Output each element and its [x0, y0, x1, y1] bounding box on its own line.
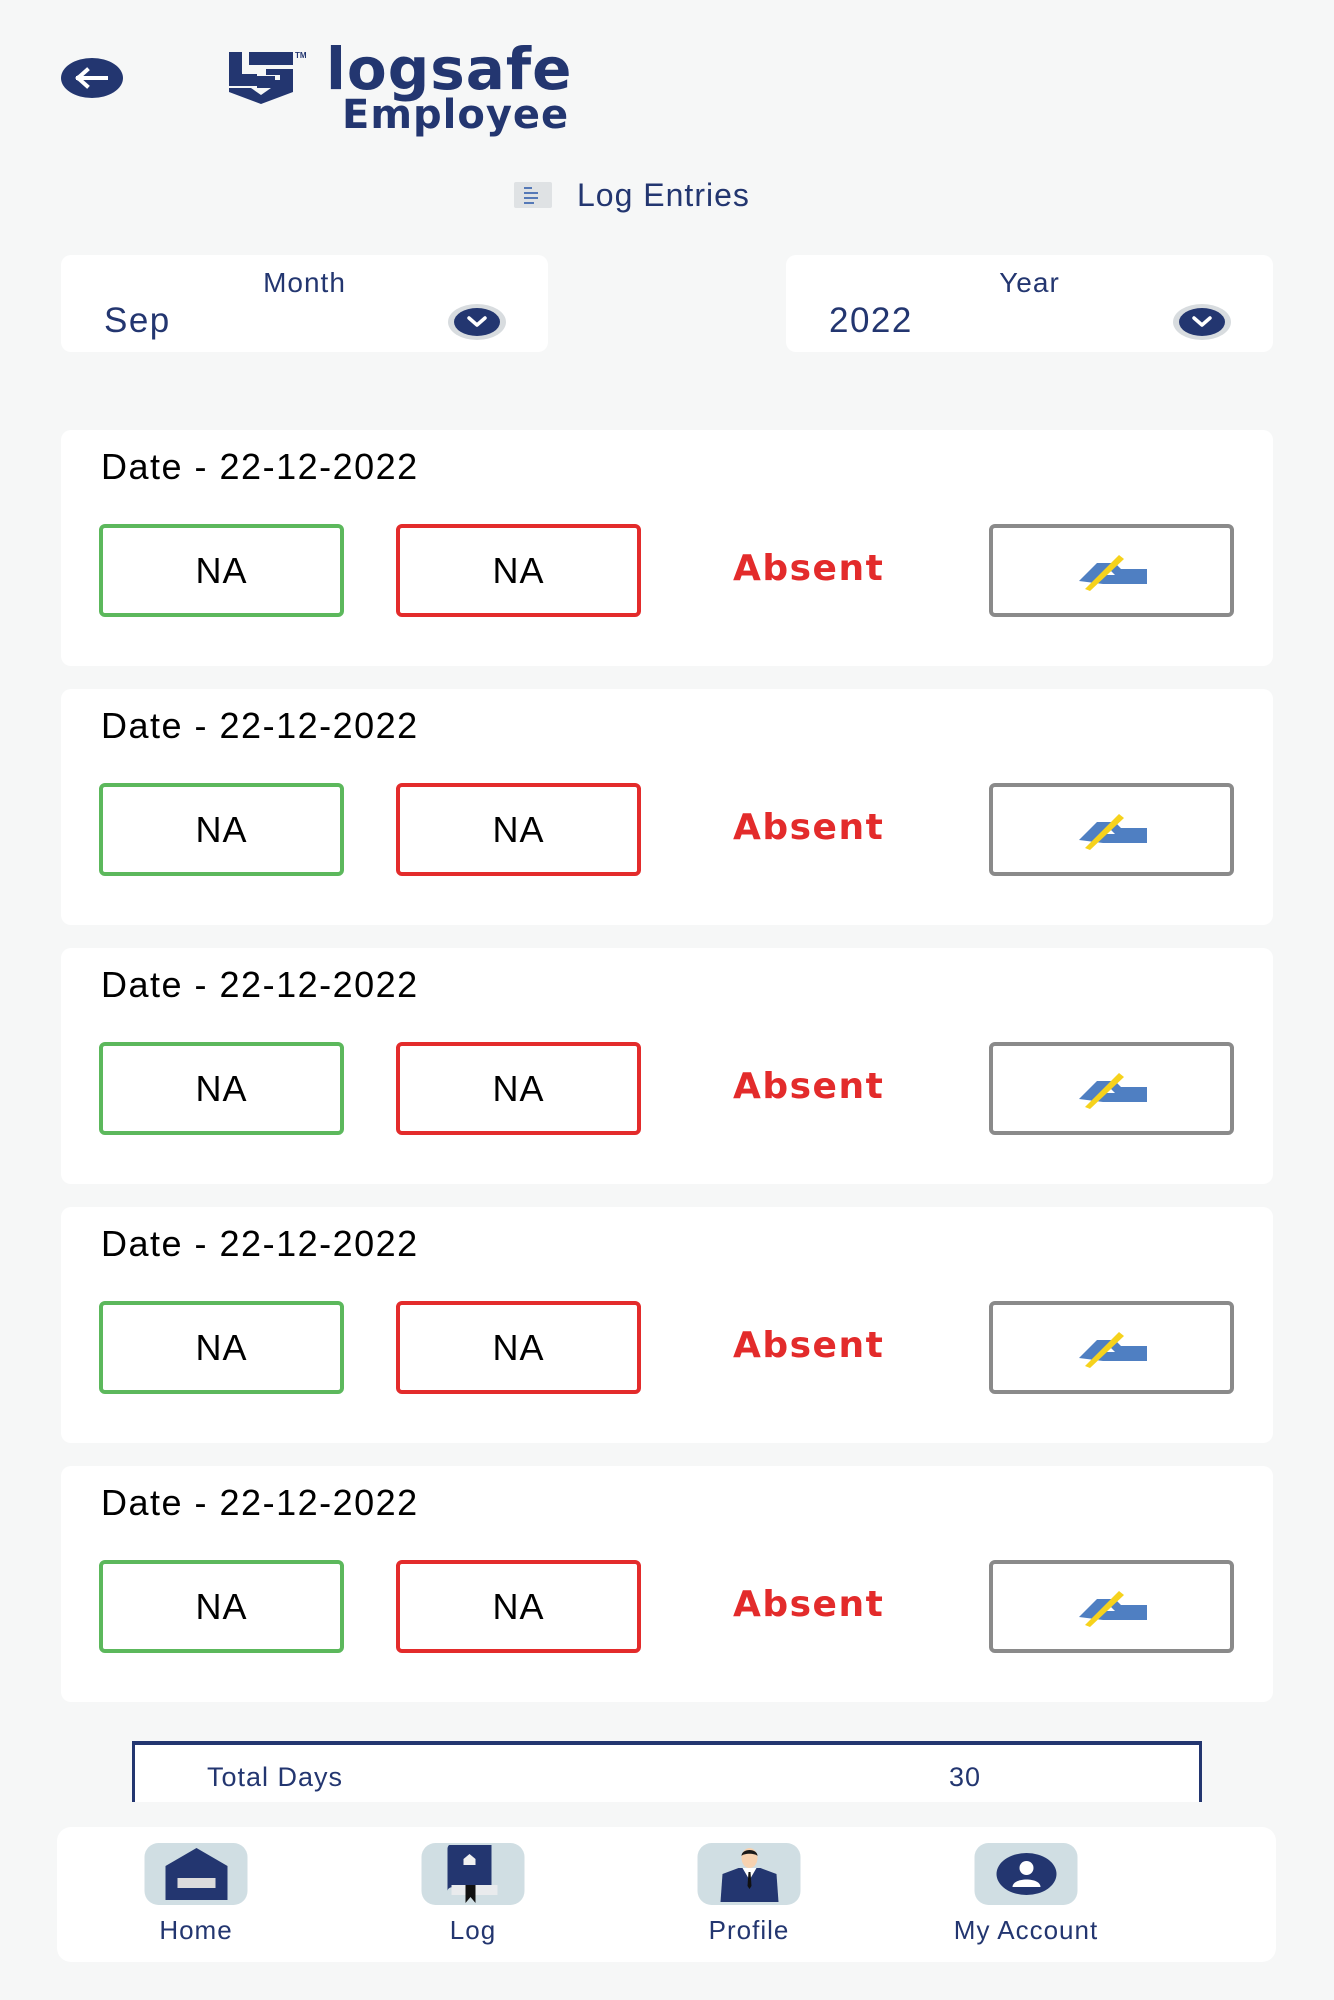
signature-hand-icon [1078, 1590, 1147, 1627]
attendance-status: Absent [733, 1066, 885, 1107]
attendance-status: Absent [733, 548, 885, 589]
year-value: 2022 [829, 301, 913, 340]
sign-button[interactable] [989, 1042, 1234, 1135]
out-time-box[interactable]: NA [396, 1560, 641, 1653]
account-circle-icon [996, 1853, 1056, 1895]
sign-button[interactable] [989, 1301, 1234, 1394]
signature-hand-icon [1078, 1331, 1147, 1368]
back-button[interactable] [61, 58, 123, 98]
entry-date: Date - 22-12-2022 [101, 1482, 419, 1523]
arrow-left-icon [75, 67, 108, 89]
logo-trademark: TM [295, 51, 307, 60]
nav-item-my-account[interactable]: My Account [916, 1827, 1136, 1962]
entry-date: Date - 22-12-2022 [101, 446, 419, 487]
log-book-icon [447, 1845, 497, 1903]
year-label: Year [999, 267, 1060, 298]
logo-wordmark: logsafe [326, 35, 573, 103]
chevron-down-icon[interactable] [448, 304, 506, 340]
attendance-status: Absent [733, 807, 885, 848]
section-title: Log Entries [514, 175, 750, 215]
profile-person-icon [720, 1848, 778, 1902]
nav-label-home: Home [159, 1915, 233, 1945]
out-time-box[interactable]: NA [396, 524, 641, 617]
nav-label-my-account: My Account [953, 1915, 1099, 1945]
in-time-box[interactable]: NA [99, 1301, 344, 1394]
nav-label-profile: Profile [708, 1915, 790, 1945]
in-time-box[interactable]: NA [99, 1042, 344, 1135]
log-entry-card: Date - 22-12-2022 NA NA Absent [61, 689, 1273, 925]
out-time-box[interactable]: NA [396, 783, 641, 876]
entry-date: Date - 22-12-2022 [101, 705, 419, 746]
entry-date: Date - 22-12-2022 [101, 1223, 419, 1264]
sign-button[interactable] [989, 783, 1234, 876]
in-time-box[interactable]: NA [99, 524, 344, 617]
attendance-status: Absent [733, 1584, 885, 1625]
month-dropdown[interactable]: Month Sep [61, 255, 548, 352]
sign-button[interactable] [989, 1560, 1234, 1653]
chevron-down-icon[interactable] [1173, 304, 1231, 340]
signature-hand-icon [1078, 554, 1147, 591]
total-days-label: Total Days [207, 1762, 344, 1792]
totals-table: Total Days 30 [132, 1741, 1202, 1802]
out-time-box[interactable]: NA [396, 1301, 641, 1394]
home-icon [165, 1848, 227, 1900]
nav-label-log: Log [449, 1915, 497, 1945]
sign-button[interactable] [989, 524, 1234, 617]
log-entry-card: Date - 22-12-2022 NA NA Absent [61, 430, 1273, 666]
log-entry-card: Date - 22-12-2022 NA NA Absent [61, 948, 1273, 1184]
page-title: Log Entries [577, 176, 750, 213]
in-time-box[interactable]: NA [99, 1560, 344, 1653]
nav-item-log[interactable]: Log [363, 1827, 583, 1962]
nav-item-profile[interactable]: Profile [639, 1827, 859, 1962]
log-entry-card: Date - 22-12-2022 NA NA Absent [61, 1466, 1273, 1702]
in-time-box[interactable]: NA [99, 783, 344, 876]
out-time-box[interactable]: NA [396, 1042, 641, 1135]
month-label: Month [263, 267, 346, 298]
logsafe-logo-icon [229, 52, 293, 104]
nav-item-home[interactable]: Home [86, 1827, 306, 1962]
total-days-value: 30 [949, 1762, 982, 1792]
logo-subtitle: Employee [342, 92, 570, 138]
list-icon [514, 182, 552, 208]
signature-hand-icon [1078, 813, 1147, 850]
year-dropdown[interactable]: Year 2022 [786, 255, 1273, 352]
entry-date: Date - 22-12-2022 [101, 964, 419, 1005]
signature-hand-icon [1078, 1072, 1147, 1109]
attendance-status: Absent [733, 1325, 885, 1366]
month-value: Sep [104, 301, 171, 340]
log-entry-card: Date - 22-12-2022 NA NA Absent [61, 1207, 1273, 1443]
bottom-navigation: Home Log Profile My Account [57, 1827, 1276, 1962]
